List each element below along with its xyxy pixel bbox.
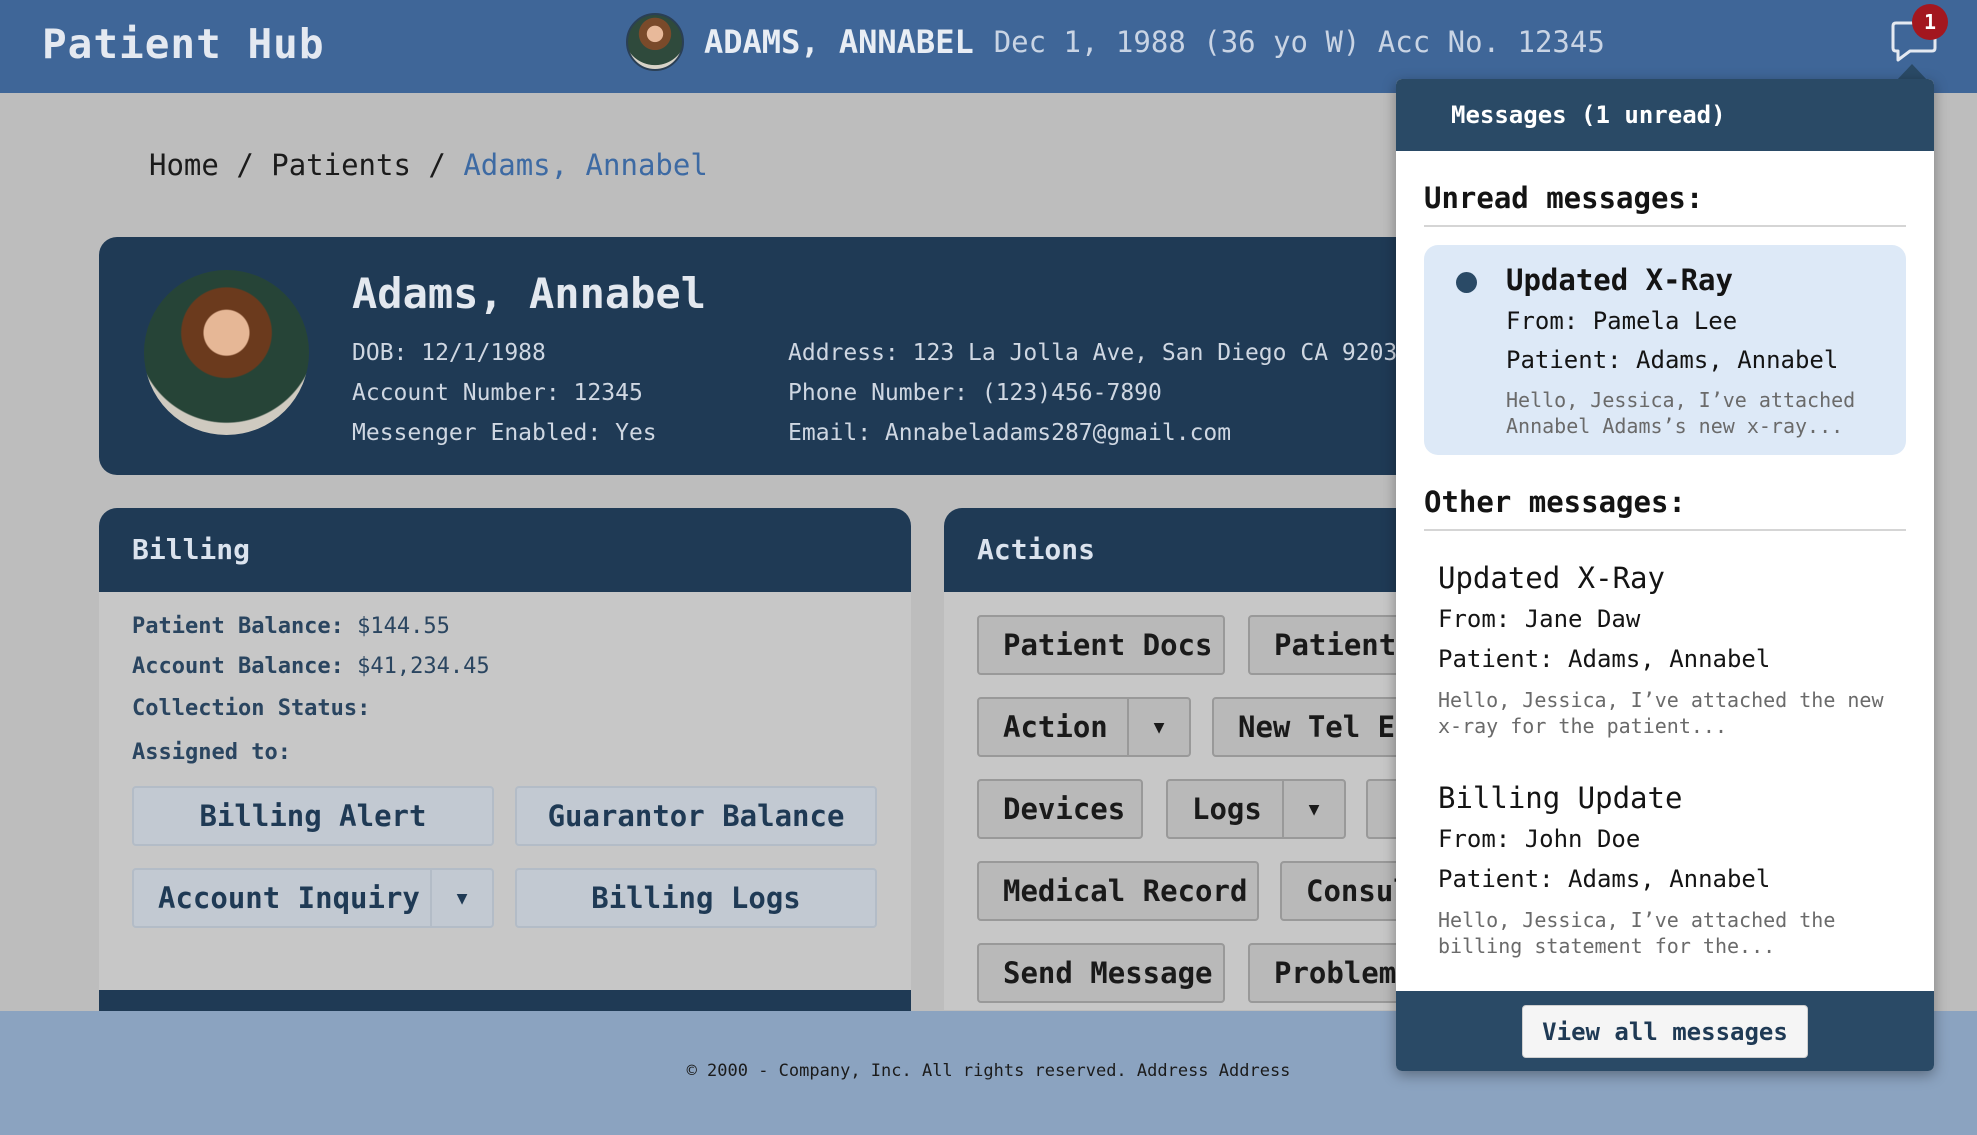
message-preview: Hello, Jessica, I’ve attached Annabel Ad…	[1506, 388, 1856, 438]
chevron-down-icon[interactable]: ▼	[1282, 781, 1344, 837]
message-item[interactable]: Billing Update From: John Doe Patient: A…	[1424, 781, 1906, 981]
guarantor-balance-button[interactable]: Guarantor Balance	[515, 786, 877, 846]
patient-messenger-enabled: Messenger Enabled: Yes	[352, 420, 657, 446]
patient-dob: DOB: 12/1/1988	[352, 340, 546, 366]
header-patient-meta: Dec 1, 1988 (36 yo W) Acc No. 12345	[993, 25, 1605, 59]
messages-footer: View all messages	[1396, 991, 1934, 1071]
header-patient-name: ADAMS, ANNABEL	[704, 23, 974, 61]
patient-card: Adams, Annabel DOB: 12/1/1988 Account Nu…	[99, 237, 1519, 475]
message-from: From: John Doe	[1438, 825, 1641, 853]
patient-balance: Patient Balance: $144.55	[132, 614, 450, 639]
patient-phone: Phone Number: (123)456-7890	[788, 380, 1162, 406]
message-patient: Patient: Adams, Annabel	[1438, 865, 1771, 893]
guarantor-balance-label: Guarantor Balance	[547, 799, 845, 833]
view-all-messages-button[interactable]: View all messages	[1522, 1005, 1808, 1058]
message-patient: Patient: Adams, Annabel	[1506, 346, 1839, 374]
billing-panel-footer	[99, 990, 911, 1012]
chevron-down-icon[interactable]: ▼	[1127, 699, 1189, 755]
unread-message-item[interactable]: Updated X-Ray From: Pamela Lee Patient: …	[1424, 245, 1906, 455]
patient-balance-value: $144.55	[357, 614, 450, 639]
message-patient: Patient: Adams, Annabel	[1438, 645, 1771, 673]
unread-count-badge: 1	[1912, 4, 1948, 40]
account-balance-label: Account Balance:	[132, 654, 344, 679]
send-message-button[interactable]: Send Message	[977, 943, 1225, 1003]
message-preview: Hello, Jessica, I’ve attached the billin…	[1438, 908, 1836, 958]
patient-photo	[144, 270, 309, 435]
devices-button[interactable]: Devices	[977, 779, 1143, 839]
billing-logs-label: Billing Logs	[591, 881, 801, 915]
app-title[interactable]: Patient Hub	[42, 20, 325, 68]
account-balance-value: $41,234.45	[357, 654, 490, 679]
action-button[interactable]: Action ▼	[977, 697, 1191, 757]
patient-address: Address: 123 La Jolla Ave, San Diego CA …	[788, 340, 1412, 366]
messages-header: Messages (1 unread)	[1396, 79, 1934, 151]
collection-status-label: Collection Status:	[132, 696, 371, 721]
message-title: Updated X-Ray	[1506, 263, 1733, 297]
account-inquiry-button[interactable]: Account Inquiry ▼	[132, 868, 494, 928]
actions-panel: Actions Patient Docs Patient Action ▼ Ne…	[944, 508, 1444, 1010]
billing-panel: Billing Patient Balance: $144.55 Account…	[99, 508, 911, 1010]
medical-record-button[interactable]: Medical Record	[977, 861, 1259, 921]
unread-dot-icon	[1456, 272, 1477, 293]
patient-name: Adams, Annabel	[352, 269, 707, 318]
patient-details-left: DOB: 12/1/1988 Account Number: 12345 Mes…	[352, 333, 657, 453]
breadcrumb-current: Adams, Annabel	[463, 148, 708, 182]
billing-alert-button[interactable]: Billing Alert	[132, 786, 494, 846]
patient-email: Email: Annabeladams287@gmail.com	[788, 420, 1232, 446]
message-item[interactable]: Updated X-Ray From: Jane Daw Patient: Ad…	[1424, 561, 1906, 761]
breadcrumb-patients[interactable]: Patients	[271, 148, 411, 182]
chevron-down-icon[interactable]: ▼	[430, 870, 492, 926]
message-title: Updated X-Ray	[1438, 561, 1665, 595]
actions-title: Actions	[944, 508, 1444, 592]
unread-heading: Unread messages:	[1424, 181, 1906, 227]
action-label: Action	[1003, 710, 1108, 744]
assigned-to-label: Assigned to:	[132, 740, 291, 765]
billing-alert-label: Billing Alert	[199, 799, 427, 833]
breadcrumb-separator: /	[236, 148, 254, 182]
header-patient-summary: ADAMS, ANNABEL Dec 1, 1988 (36 yo W) Acc…	[626, 13, 1605, 71]
patient-docs-button[interactable]: Patient Docs	[977, 615, 1225, 675]
patient-details-right: Address: 123 La Jolla Ave, San Diego CA …	[788, 333, 1411, 453]
billing-title: Billing	[99, 508, 911, 592]
message-from: From: Pamela Lee	[1506, 307, 1738, 335]
message-title: Billing Update	[1438, 781, 1683, 815]
patient-balance-label: Patient Balance:	[132, 614, 344, 639]
other-heading: Other messages:	[1424, 485, 1906, 531]
account-balance: Account Balance: $41,234.45	[132, 654, 490, 679]
logs-button[interactable]: Logs ▼	[1166, 779, 1346, 839]
messages-popover: Messages (1 unread) Unread messages: Upd…	[1396, 79, 1934, 1071]
message-preview: Hello, Jessica, I’ve attached the new x-…	[1438, 688, 1884, 738]
breadcrumb-separator: /	[428, 148, 446, 182]
billing-logs-button[interactable]: Billing Logs	[515, 868, 877, 928]
avatar	[626, 13, 684, 71]
breadcrumb: Home / Patients / Adams, Annabel	[149, 148, 708, 182]
patient-account-number: Account Number: 12345	[352, 380, 643, 406]
account-inquiry-label: Account Inquiry	[158, 881, 420, 915]
breadcrumb-home[interactable]: Home	[149, 148, 219, 182]
logs-label: Logs	[1192, 792, 1262, 826]
message-from: From: Jane Daw	[1438, 605, 1641, 633]
